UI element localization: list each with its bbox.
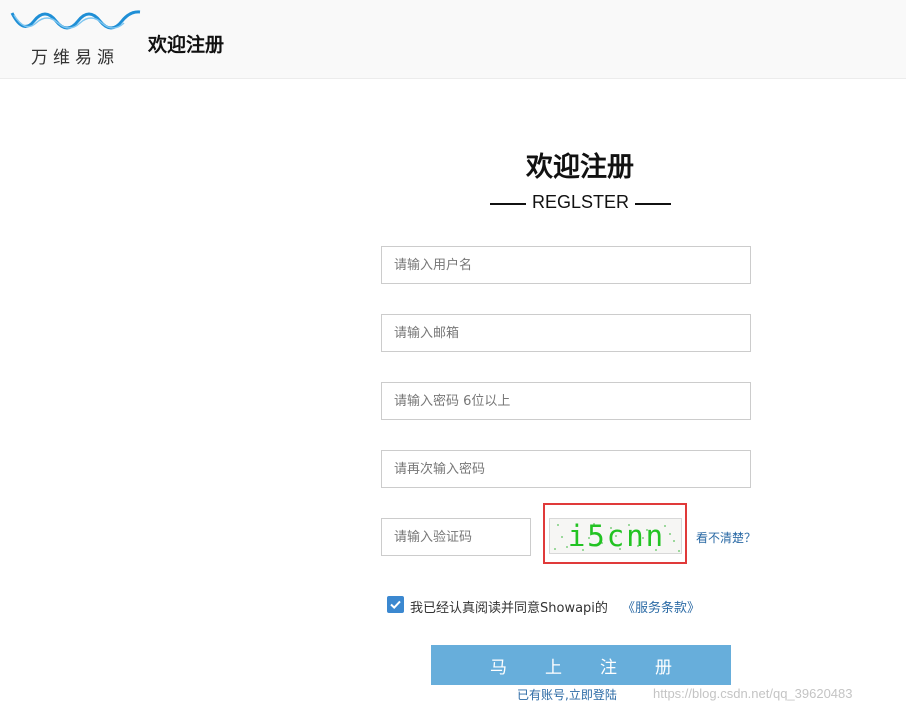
logo-text: 万维易源: [31, 48, 119, 68]
subtitle-left-line: [490, 203, 526, 205]
register-button[interactable]: 马上注册: [431, 645, 731, 685]
checkmark-icon: [390, 600, 401, 610]
refresh-captcha-link[interactable]: 看不清楚？: [696, 529, 756, 546]
captcha-highlight-box: i5cnn: [543, 503, 687, 564]
page-title: 欢迎注册: [526, 152, 634, 183]
captcha-image[interactable]: i5cnn: [549, 518, 682, 554]
agree-text: 我已经认真阅读并同意Showapi的: [410, 601, 608, 616]
subtitle-right-line: [635, 203, 671, 205]
logo[interactable]: 万维易源: [10, 9, 142, 68]
login-link[interactable]: 已有账号,立即登陆: [517, 686, 617, 703]
header: 万维易源 欢迎注册: [0, 0, 906, 79]
page-subtitle: REGLSTER: [455, 191, 705, 215]
agree-checkbox[interactable]: [387, 596, 404, 613]
subtitle-text: REGLSTER: [531, 192, 630, 212]
terms-of-service-link[interactable]: 《服务条款》: [622, 597, 700, 616]
password-input[interactable]: [381, 382, 751, 420]
confirm-password-input[interactable]: [381, 450, 751, 488]
wave-logo-icon: [10, 10, 141, 30]
username-input[interactable]: [381, 246, 751, 284]
watermark: https://blog.csdn.net/qq_39620483: [653, 686, 853, 701]
header-title: 欢迎注册: [148, 34, 225, 56]
email-input[interactable]: [381, 314, 751, 352]
captcha-input[interactable]: [381, 518, 531, 556]
captcha-text: i5cnn: [567, 519, 666, 553]
